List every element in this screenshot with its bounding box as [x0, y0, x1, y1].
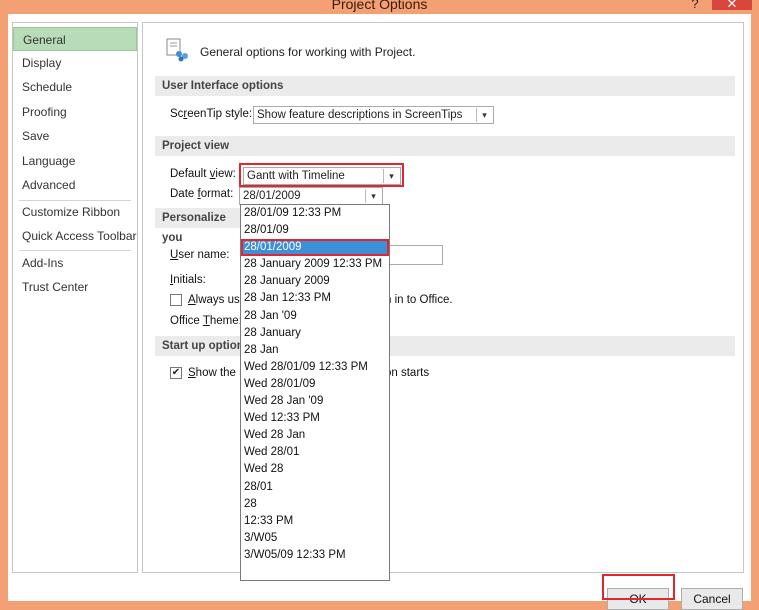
date-option[interactable]: 28 Jan 12:33 PM — [241, 290, 389, 307]
header-text: General options for working with Project… — [200, 45, 416, 59]
section-startup-options: Start up options — [155, 336, 251, 356]
always-use-checkbox[interactable] — [170, 294, 182, 306]
dialog-body: General Display Schedule Proofing Save L… — [8, 14, 751, 610]
cancel-button[interactable]: Cancel — [681, 588, 743, 610]
screentip-style-label: ScreenTip style: — [170, 108, 253, 120]
title-bar: Project Options ? ✕ — [0, 0, 759, 14]
section-startup-options-bar — [383, 336, 735, 356]
window-title: Project Options — [331, 0, 428, 12]
screentip-style-value: Show feature descriptions in ScreenTips — [257, 109, 463, 121]
nav-item-language[interactable]: Language — [13, 149, 137, 173]
date-option[interactable]: 28 January 2009 12:33 PM — [241, 256, 389, 273]
options-nav: General Display Schedule Proofing Save L… — [12, 22, 138, 573]
nav-item-display[interactable]: Display — [13, 51, 137, 75]
section-project-view: Project view — [155, 136, 735, 156]
show-start-screen-label: Show the S — [188, 367, 247, 379]
date-option[interactable]: 28 Jan — [241, 342, 389, 359]
always-use-label: Always use — [188, 294, 247, 306]
default-view-label: Default view: — [170, 168, 236, 180]
close-button[interactable]: ✕ — [712, 0, 752, 11]
date-format-dropdown-list[interactable]: 28/01/09 12:33 PM 28/01/09 28/01/2009 28… — [240, 204, 390, 581]
date-format-value: 28/01/2009 — [243, 190, 301, 202]
date-option-selected[interactable]: 28/01/2009 — [241, 239, 389, 257]
nav-item-proofing[interactable]: Proofing — [13, 100, 137, 124]
user-name-input[interactable] — [383, 245, 443, 265]
date-option[interactable]: 3/W05/09 12:33 PM — [241, 547, 389, 564]
date-option[interactable]: 28 January 2009 — [241, 273, 389, 290]
date-option[interactable]: 28/01/09 — [241, 222, 389, 239]
date-option[interactable]: Wed 28 Jan '09 — [241, 393, 389, 410]
section-user-interface-options: User Interface options — [155, 76, 735, 96]
date-option[interactable]: 3/W05 — [241, 530, 389, 547]
date-option[interactable]: Wed 28/01/09 12:33 PM — [241, 359, 389, 376]
nav-item-add-ins[interactable]: Add-Ins — [13, 251, 137, 275]
nav-item-general[interactable]: General — [13, 27, 137, 51]
nav-item-advanced[interactable]: Advanced — [13, 173, 137, 197]
date-option[interactable]: 12:33 PM — [241, 513, 389, 530]
chevron-down-icon[interactable]: ▾ — [476, 108, 492, 122]
date-option[interactable]: 28/01 — [241, 479, 389, 496]
nav-item-schedule[interactable]: Schedule — [13, 75, 137, 99]
date-option[interactable]: 28 Jan '09 — [241, 308, 389, 325]
office-theme-label: Office Theme: — [170, 315, 242, 327]
highlight-ok-button — [602, 574, 675, 600]
section-personalize: Personalize you — [155, 208, 249, 244]
nav-item-save[interactable]: Save — [13, 124, 137, 148]
nav-item-customize-ribbon[interactable]: Customize Ribbon — [13, 200, 137, 224]
date-option[interactable]: Wed 28/01/09 — [241, 376, 389, 393]
highlight-default-view — [239, 163, 404, 187]
date-option[interactable]: 28 January — [241, 325, 389, 342]
help-icon[interactable]: ? — [688, 0, 702, 11]
chevron-down-icon[interactable]: ▾ — [365, 189, 381, 203]
date-format-select[interactable]: 28/01/2009 ▾ — [239, 187, 383, 205]
nav-item-trust-center[interactable]: Trust Center — [13, 275, 137, 299]
date-format-label: Date format: — [170, 188, 234, 200]
date-option[interactable]: Wed 28/01 — [241, 444, 389, 461]
show-start-screen-checkbox[interactable]: ✔ — [170, 367, 182, 379]
date-option[interactable]: Wed 28 Jan — [241, 427, 389, 444]
always-use-label-tail: n in to Office. — [385, 294, 453, 306]
user-name-label: User name: — [170, 249, 230, 261]
screentip-style-select[interactable]: Show feature descriptions in ScreenTips … — [253, 106, 494, 124]
general-options-icon — [166, 38, 188, 62]
nav-item-quick-access-toolbar[interactable]: Quick Access Toolbar — [13, 224, 137, 248]
show-start-screen-label-tail: on starts — [385, 367, 430, 379]
date-option[interactable]: 28/01/09 12:33 PM — [241, 205, 389, 222]
initials-label: Initials: — [170, 274, 206, 286]
date-option[interactable]: 28 — [241, 496, 389, 513]
options-content: General options for working with Project… — [142, 22, 744, 573]
date-option[interactable]: Wed 28 — [241, 461, 389, 478]
date-option[interactable]: Wed 12:33 PM — [241, 410, 389, 427]
